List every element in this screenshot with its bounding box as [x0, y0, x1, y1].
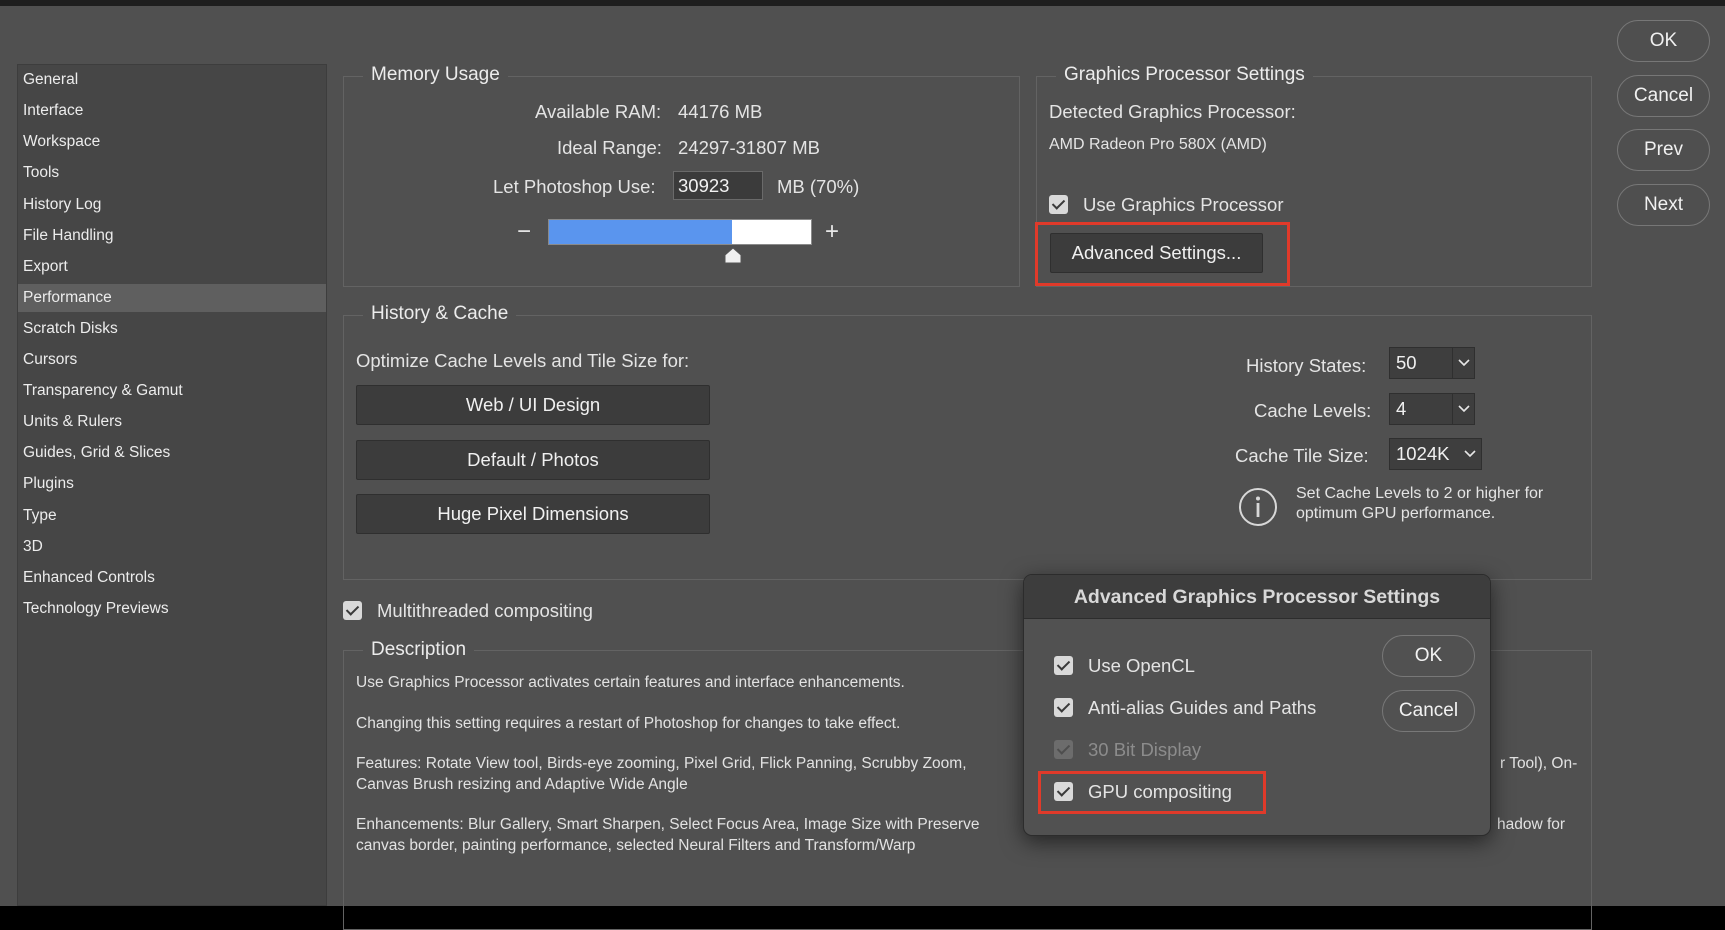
history-cache-title: History & Cache — [363, 303, 517, 325]
dialog-title: Advanced Graphics Processor Settings — [1073, 586, 1441, 608]
sidebar-item-history-log[interactable]: History Log — [18, 191, 326, 219]
sidebar-item-type[interactable]: Type — [18, 502, 326, 530]
chevron-down-icon — [1459, 439, 1481, 469]
sidebar-item-scratch-disks[interactable]: Scratch Disks — [18, 315, 326, 343]
memory-decrease-icon[interactable]: − — [517, 220, 531, 244]
history-states-label: History States: — [1246, 355, 1367, 376]
description-paragraph-2: Changing this setting requires a restart… — [356, 715, 901, 732]
sidebar-item-units-rulers[interactable]: Units & Rulers — [18, 408, 326, 436]
dialog-ok-button[interactable]: OK — [1382, 635, 1475, 677]
memory-slider-fill — [549, 220, 733, 244]
window-top-strip — [0, 0, 1725, 6]
chevron-down-icon — [1452, 394, 1474, 424]
history-states-value: 50 — [1396, 352, 1417, 373]
cancel-button[interactable]: Cancel — [1617, 75, 1710, 117]
cache-levels-label: Cache Levels: — [1254, 400, 1372, 421]
memory-use-unit: MB (70%) — [777, 176, 860, 197]
detected-gpu-label: Detected Graphics Processor: — [1049, 101, 1296, 122]
sidebar-item-plugins[interactable]: Plugins — [18, 470, 326, 498]
sidebar-item-cursors[interactable]: Cursors — [18, 346, 326, 374]
sidebar-item-3d[interactable]: 3D — [18, 533, 326, 561]
anti-alias-guides-label: Anti-alias Guides and Paths — [1088, 697, 1317, 718]
dialog-cancel-button[interactable]: Cancel — [1382, 690, 1475, 732]
memory-slider-thumb[interactable] — [723, 246, 743, 266]
optimize-cache-label: Optimize Cache Levels and Tile Size for: — [356, 350, 690, 371]
description-enhancements-line1: Enhancements: Blur Gallery, Smart Sharpe… — [356, 816, 980, 833]
use-gpu-checkbox[interactable] — [1049, 195, 1068, 214]
memory-use-input[interactable]: 30923 — [673, 171, 763, 200]
preset-huge-pixel-dimensions-button[interactable]: Huge Pixel Dimensions — [356, 494, 710, 534]
info-text-line2: optimum GPU performance. — [1296, 505, 1496, 522]
preferences-window: General Interface Workspace Tools Histor… — [0, 0, 1725, 930]
available-ram-value: 44176 MB — [678, 101, 763, 122]
chevron-down-icon — [1452, 348, 1474, 378]
30-bit-display-label: 30 Bit Display — [1088, 739, 1202, 760]
description-features-line2: Canvas Brush resizing and Adaptive Wide … — [356, 776, 688, 793]
memory-increase-icon[interactable]: + — [825, 220, 839, 244]
advanced-gpu-settings-dialog: Advanced Graphics Processor Settings Use… — [1023, 574, 1491, 836]
description-features-line1-tail: r Tool), On- — [1500, 755, 1578, 772]
use-opencl-checkbox[interactable] — [1054, 656, 1073, 675]
history-states-select[interactable]: 50 — [1389, 347, 1475, 379]
cache-levels-select[interactable]: 4 — [1389, 393, 1475, 425]
sidebar-item-general[interactable]: General — [18, 66, 326, 94]
next-button[interactable]: Next — [1617, 184, 1710, 226]
cache-tile-size-select[interactable]: 1024K — [1389, 438, 1482, 470]
ideal-range-label: Ideal Range: — [557, 137, 662, 158]
cache-tile-size-label: Cache Tile Size: — [1235, 445, 1369, 466]
cache-tile-size-value: 1024K — [1396, 443, 1450, 464]
sidebar-item-enhanced-controls[interactable]: Enhanced Controls — [18, 564, 326, 592]
prev-button[interactable]: Prev — [1617, 129, 1710, 171]
sidebar-item-file-handling[interactable]: File Handling — [18, 222, 326, 250]
sidebar-item-performance[interactable]: Performance — [18, 284, 326, 312]
gpu-compositing-highlight — [1038, 771, 1266, 814]
memory-usage-title: Memory Usage — [363, 64, 508, 86]
sidebar-item-transparency-gamut[interactable]: Transparency & Gamut — [18, 377, 326, 405]
info-text-line1: Set Cache Levels to 2 or higher for — [1296, 485, 1544, 502]
sidebar-item-guides-grid-slices[interactable]: Guides, Grid & Slices — [18, 439, 326, 467]
description-title: Description — [363, 639, 475, 661]
gpu-settings-title: Graphics Processor Settings — [1056, 64, 1313, 86]
ideal-range-value: 24297-31807 MB — [678, 137, 820, 158]
multithreaded-compositing-label: Multithreaded compositing — [377, 600, 593, 621]
30-bit-display-checkbox — [1054, 740, 1073, 759]
info-icon — [1239, 488, 1277, 526]
sidebar-item-interface[interactable]: Interface — [18, 97, 326, 125]
preset-web-ui-design-button[interactable]: Web / UI Design — [356, 385, 710, 425]
cache-levels-value: 4 — [1396, 398, 1407, 419]
preferences-sidebar: General Interface Workspace Tools Histor… — [17, 64, 327, 906]
sidebar-item-technology-previews[interactable]: Technology Previews — [18, 595, 326, 623]
description-features-line1: Features: Rotate View tool, Birds-eye zo… — [356, 755, 967, 772]
ok-button[interactable]: OK — [1617, 20, 1710, 62]
sidebar-item-tools[interactable]: Tools — [18, 159, 326, 187]
description-enhancements-line2: canvas border, painting performance, sel… — [356, 837, 916, 854]
use-opencl-label: Use OpenCL — [1088, 655, 1195, 676]
sidebar-item-workspace[interactable]: Workspace — [18, 128, 326, 156]
description-paragraph-1: Use Graphics Processor activates certain… — [356, 674, 905, 691]
preset-default-photos-button[interactable]: Default / Photos — [356, 440, 710, 480]
description-enhancements-line1-tail: hadow for — [1497, 816, 1566, 833]
advanced-settings-highlight — [1035, 222, 1290, 286]
memory-slider[interactable] — [548, 219, 812, 245]
dialog-title-bar: Advanced Graphics Processor Settings — [1024, 575, 1490, 619]
sidebar-item-export[interactable]: Export — [18, 253, 326, 281]
detected-gpu-value: AMD Radeon Pro 580X (AMD) — [1049, 136, 1267, 153]
let-photoshop-use-label: Let Photoshop Use: — [493, 176, 656, 197]
multithreaded-compositing-checkbox[interactable] — [343, 601, 362, 620]
anti-alias-guides-checkbox[interactable] — [1054, 698, 1073, 717]
available-ram-label: Available RAM: — [535, 101, 662, 122]
use-gpu-label: Use Graphics Processor — [1083, 194, 1284, 215]
